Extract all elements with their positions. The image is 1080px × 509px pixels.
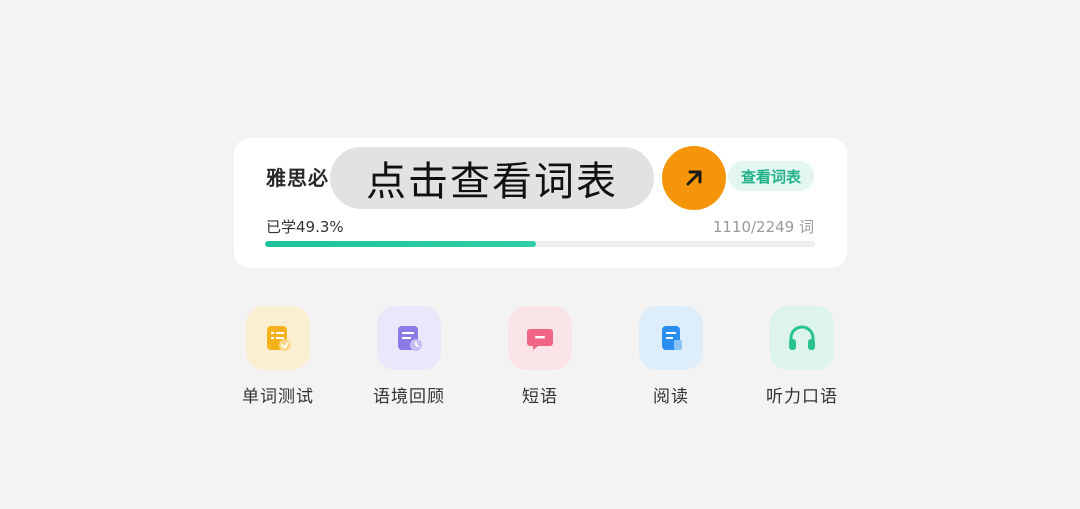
- feature-label: 阅读: [653, 387, 689, 407]
- phrase-icon: [527, 329, 553, 350]
- word-test-icon: [267, 326, 291, 351]
- feature-label: 单词测试: [242, 387, 314, 407]
- arrow-up-right-button[interactable]: [662, 146, 726, 210]
- feature-listening-speaking[interactable]: 听力口语: [742, 306, 862, 407]
- feature-phrase[interactable]: 短语: [480, 306, 600, 407]
- arrow-up-right-icon: [686, 170, 702, 186]
- feature-word-test[interactable]: 单词测试: [218, 306, 338, 407]
- feature-tile: [770, 306, 834, 370]
- learned-percent: 已学49.3%: [266, 218, 344, 236]
- progress-fill: [265, 241, 537, 247]
- progress-bar: [265, 241, 815, 247]
- feature-tile: [246, 306, 310, 370]
- feature-tile: [639, 306, 703, 370]
- word-count: 1110/2249 词: [712, 218, 814, 236]
- headphones-icon: [789, 325, 815, 350]
- feature-label: 语境回顾: [373, 387, 445, 407]
- book-title: 雅思必: [266, 166, 329, 190]
- view-wordlist-button[interactable]: 查看词表: [728, 161, 814, 191]
- feature-context-review[interactable]: 语境回顾: [349, 306, 469, 407]
- feature-label: 短语: [522, 387, 558, 407]
- tooltip-bubble: 点击查看词表: [330, 147, 654, 209]
- wordbook-card[interactable]: 雅思必 点击查看词表 查看词表 已学49.3% 1110/2249 词: [234, 138, 847, 268]
- feature-tile: [377, 306, 441, 370]
- feature-tile: [508, 306, 572, 370]
- feature-label: 听力口语: [766, 387, 838, 407]
- reading-icon: [662, 326, 682, 350]
- context-review-icon: [398, 326, 422, 351]
- feature-reading[interactable]: 阅读: [611, 306, 731, 407]
